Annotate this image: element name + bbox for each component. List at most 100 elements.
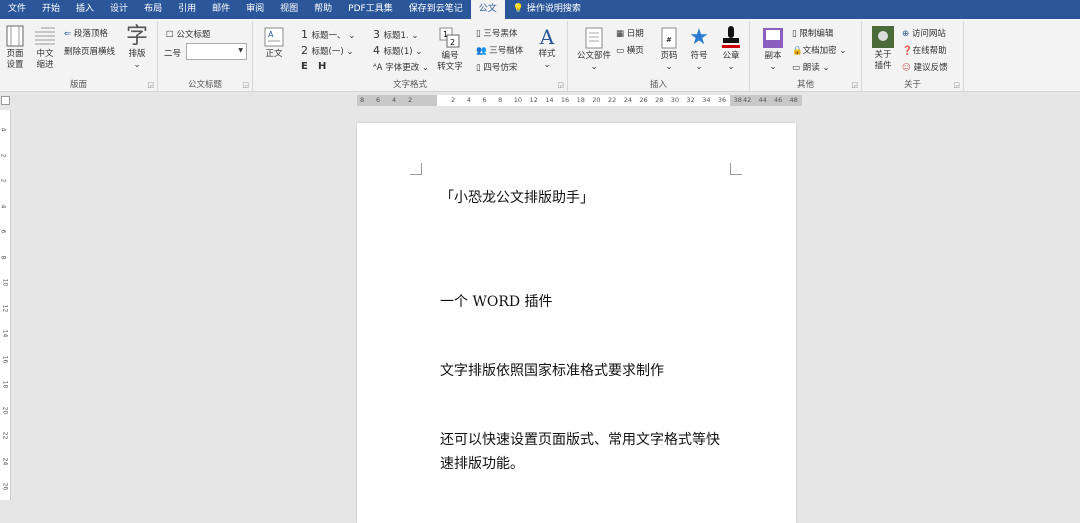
ruler-tick-label: 44: [758, 96, 767, 104]
label: 标题(一): [311, 47, 344, 57]
ruler-tick-label: 30: [670, 96, 680, 104]
doc-paragraph: 一个 WORD 插件: [440, 294, 553, 310]
group-label: 关于: [903, 80, 921, 90]
ruler-tick-label: 22: [608, 96, 617, 104]
label: 页面 设置: [6, 49, 24, 70]
style-icon: A: [539, 25, 555, 49]
copy-icon: [763, 28, 783, 48]
ruler-tick-label: 38: [733, 96, 742, 104]
tab-5[interactable]: 引用: [170, 0, 204, 19]
indent-icon: [35, 27, 55, 45]
numbering-icon: 12: [439, 27, 460, 48]
dropdown-icon: ▼: [238, 47, 243, 54]
tab-0[interactable]: 文件: [0, 0, 34, 19]
group-title: ☐ 公文标题 二号 ▼ 公文标题 ◲: [158, 21, 253, 91]
launcher-icon[interactable]: ◲: [242, 81, 249, 89]
group-textfmt: A 正文 1 标题一、 ⌄ 2 标题(一) ⌄ E H 3 标题1. ⌄ 4 标…: [253, 21, 568, 91]
svg-text:1: 1: [443, 30, 448, 39]
ruler-tick-label: 42: [743, 96, 752, 104]
label: 三号黑体: [483, 29, 518, 39]
group-insert: 公文部件 ⌄ ▦ 日期 ▭ 横页 # 页码 ⌄ ★ 符号 ⌄ 公章 ⌄ 插入: [568, 21, 750, 91]
doc-paragraph: 文字排版依照国家标准格式要求制作: [440, 363, 664, 379]
heading4-button[interactable]: 4 标题(1) ⌄: [373, 44, 422, 57]
heading1-button[interactable]: 1 标题一、 ⌄: [301, 28, 355, 41]
feedback-button[interactable]: ☺ 建议反馈: [902, 61, 948, 73]
tab-2[interactable]: 插入: [68, 0, 102, 19]
tab-1[interactable]: 开始: [34, 0, 68, 19]
kai-button[interactable]: 👥 三号楷体: [476, 44, 523, 56]
style-button[interactable]: A 样式 ⌄: [534, 25, 560, 71]
body-text-button[interactable]: A 正文: [261, 27, 287, 60]
launcher-icon[interactable]: ◲: [851, 81, 858, 89]
calendar-icon: ▦: [616, 29, 627, 39]
launcher-icon[interactable]: ◲: [953, 81, 960, 89]
ruler-tick-label: 20: [592, 96, 601, 104]
ruler-tick-label: 4: [466, 96, 471, 104]
ruler-tick-label: 2: [451, 96, 456, 104]
tab-6[interactable]: 邮件: [204, 0, 238, 19]
tab-10[interactable]: PDF工具集: [340, 0, 401, 19]
copy-button[interactable]: 副本 ⌄: [760, 27, 786, 73]
symbol-button[interactable]: ★ 符号 ⌄: [686, 25, 712, 73]
ruler-tick-label: 10: [1, 278, 9, 287]
ruler-tick-label: 28: [655, 96, 664, 104]
tab-3[interactable]: 设计: [102, 0, 136, 19]
hei-button[interactable]: ▯ 三号黑体: [476, 27, 517, 39]
group-label: 其他: [796, 80, 814, 90]
tab-selector[interactable]: [1, 96, 10, 105]
landscape-button[interactable]: ▭ 横页: [616, 44, 644, 56]
group-label: 公文标题: [187, 80, 222, 90]
ruler-tick-label: 26: [639, 96, 648, 104]
title-checkbox[interactable]: ☐ 公文标题: [166, 28, 210, 40]
size-select[interactable]: ▼: [186, 43, 247, 60]
tab-9[interactable]: 帮助: [306, 0, 340, 19]
heading2-button[interactable]: 2 标题(一) ⌄: [301, 44, 353, 57]
page-number-button[interactable]: # 页码 ⌄: [656, 27, 682, 73]
people-icon: 👥: [476, 46, 487, 56]
label: 公文部件: [576, 51, 611, 61]
num-to-text-button[interactable]: 12 编号 转文字: [435, 27, 465, 73]
h-button[interactable]: H: [318, 61, 326, 72]
doc-paragraph: 「小恐龙公文排版助手」: [440, 190, 594, 206]
doc-parts-button[interactable]: 公文部件 ⌄: [574, 27, 614, 73]
font-change-button[interactable]: ᴬA 字体更改 ⌄: [373, 61, 429, 73]
e-button[interactable]: E: [301, 61, 308, 72]
tab-7[interactable]: 审阅: [238, 0, 272, 19]
tab-11[interactable]: 保存到云笔记: [401, 0, 471, 19]
ruler-tick-label: 16: [560, 96, 570, 104]
tab-8[interactable]: 视图: [272, 0, 306, 19]
group-label: 插入: [649, 80, 667, 90]
online-help-button[interactable]: ❓在线帮助: [902, 44, 947, 56]
heading3-button[interactable]: 3 标题1. ⌄: [373, 28, 418, 41]
ruler-tick-label: 6: [482, 96, 487, 104]
dropdown-icon: ⌄: [133, 60, 141, 70]
ruler-tick-label: 12: [1, 304, 9, 312]
about-plugin-button[interactable]: 关于 插件: [870, 26, 896, 72]
label: 公文标题: [176, 30, 211, 40]
delete-header-line-button[interactable]: 删除页眉横线: [64, 45, 115, 57]
seal-button[interactable]: 公章 ⌄: [718, 25, 744, 73]
launcher-icon[interactable]: ◲: [147, 81, 154, 89]
fang-button[interactable]: ▯ 四号仿宋: [476, 61, 517, 73]
read-aloud-button[interactable]: ▭ 朗读 ⌄: [792, 61, 830, 73]
para-top-button[interactable]: ⇐ 段落顶格: [64, 27, 108, 39]
tab-12[interactable]: 公文: [470, 0, 505, 19]
ruler-tick-label: 14: [1, 329, 9, 338]
globe-icon: ⊕: [902, 29, 912, 39]
encrypt-button[interactable]: 🔒文档加密 ⌄: [792, 44, 846, 56]
horizontal-ruler[interactable]: 8 6 4 2 2 4 6 8 10 12 14 16 18 20 22 24 26 28 30 32 34 36 38 42…: [357, 95, 802, 106]
typeset-button[interactable]: 字 排版 ⌄: [124, 25, 150, 71]
document-page[interactable]: 「小恐龙公文排版助手」 一个 WORD 插件 文字排版依照国家标准格式要求制作 …: [357, 123, 796, 523]
visit-site-button[interactable]: ⊕ 访问网站: [902, 27, 946, 39]
page-setup-button[interactable]: 页面 设置: [3, 25, 27, 71]
read-icon: ▭: [792, 63, 803, 73]
tab-4[interactable]: 布局: [136, 0, 170, 19]
chinese-indent-button[interactable]: 中文 缩进: [32, 25, 58, 71]
launcher-icon[interactable]: ◲: [557, 81, 564, 89]
ruler-tick-label: 24: [1, 457, 9, 465]
date-button[interactable]: ▦ 日期: [616, 27, 644, 39]
vertical-ruler[interactable]: 4 2 2 4 6 8 10 12 14 16 18 20 22 24 26: [0, 110, 11, 500]
ruler-tick-label: 24: [623, 96, 632, 104]
restrict-edit-button[interactable]: ▯ 限制编辑: [792, 27, 833, 39]
tell-me-search[interactable]: 💡 操作说明搜索: [505, 0, 589, 19]
